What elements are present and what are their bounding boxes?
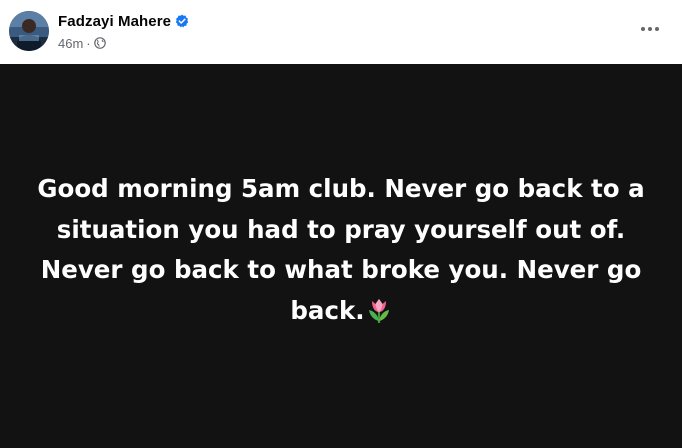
post-timestamp[interactable]: 46m [58, 36, 83, 51]
post-body-text: Good morning 5am club. Never go back to … [37, 174, 645, 325]
post-meta: 46m · [58, 35, 106, 51]
post-background: Good morning 5am club. Never go back to … [0, 64, 682, 448]
more-options-button[interactable] [632, 15, 668, 43]
author-row: Fadzayi Mahere [58, 11, 189, 31]
tulip-emoji-icon [366, 296, 392, 324]
more-options-icon [641, 27, 659, 31]
avatar-image [9, 11, 49, 51]
globe-icon[interactable] [93, 37, 106, 49]
author-name[interactable]: Fadzayi Mahere [58, 13, 171, 30]
profile-avatar[interactable] [9, 11, 49, 51]
post-text: Good morning 5am club. Never go back to … [21, 169, 661, 331]
meta-separator: · [86, 35, 91, 51]
verified-badge-icon [175, 14, 189, 28]
facebook-post: Fadzayi Mahere 46m · Good morning 5am cl… [0, 0, 682, 448]
post-header: Fadzayi Mahere 46m · [0, 0, 682, 62]
